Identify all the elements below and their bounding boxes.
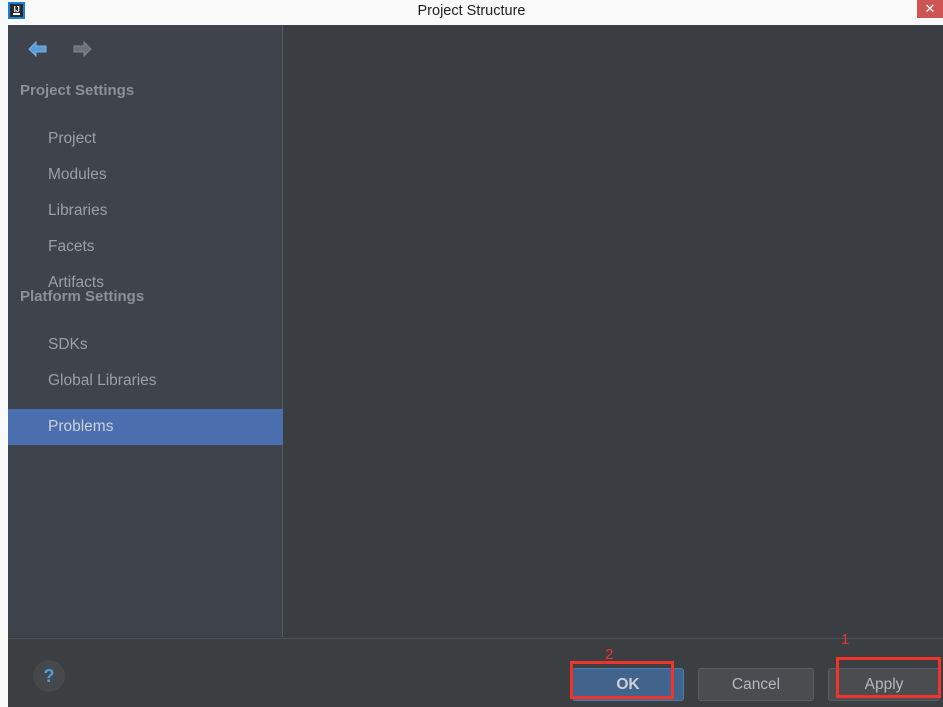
sidebar-item-facets[interactable]: Facets	[8, 229, 283, 265]
project-structure-window: IJ Project Structure ✕ Project Settings …	[0, 0, 943, 707]
close-icon[interactable]: ✕	[917, 0, 943, 18]
annotation-label-1: 1	[841, 631, 850, 648]
title-bar: IJ Project Structure ✕	[0, 0, 943, 23]
dialog-footer: ? OK Cancel Apply	[8, 638, 943, 707]
question-mark-icon[interactable]: ?	[33, 660, 65, 692]
sidebar-item-problems[interactable]: Problems	[8, 409, 283, 445]
cancel-button[interactable]: Cancel	[698, 668, 814, 701]
sidebar-item-project[interactable]: Project	[8, 121, 283, 157]
sidebar-item-global-libraries[interactable]: Global Libraries	[8, 363, 283, 399]
arrow-right-icon	[68, 35, 96, 63]
dialog-body: Project Settings Project Modules Librari…	[8, 25, 943, 707]
sidebar-section-platform-settings: Platform Settings	[20, 288, 145, 305]
sidebar-item-modules[interactable]: Modules	[8, 157, 283, 193]
sidebar-item-libraries[interactable]: Libraries	[8, 193, 283, 229]
navigation-arrows	[20, 35, 120, 65]
sidebar-item-sdks[interactable]: SDKs	[8, 327, 283, 363]
ok-button[interactable]: OK	[572, 668, 684, 701]
arrow-left-icon[interactable]	[24, 35, 52, 63]
annotation-label-2: 2	[605, 646, 614, 663]
page-title: Project Structure	[417, 3, 526, 19]
sidebar-section-project-settings: Project Settings	[20, 82, 135, 99]
settings-content-panel	[284, 25, 943, 637]
settings-sidebar: Project Settings Project Modules Librari…	[8, 25, 283, 637]
apply-button[interactable]: Apply	[828, 668, 940, 701]
